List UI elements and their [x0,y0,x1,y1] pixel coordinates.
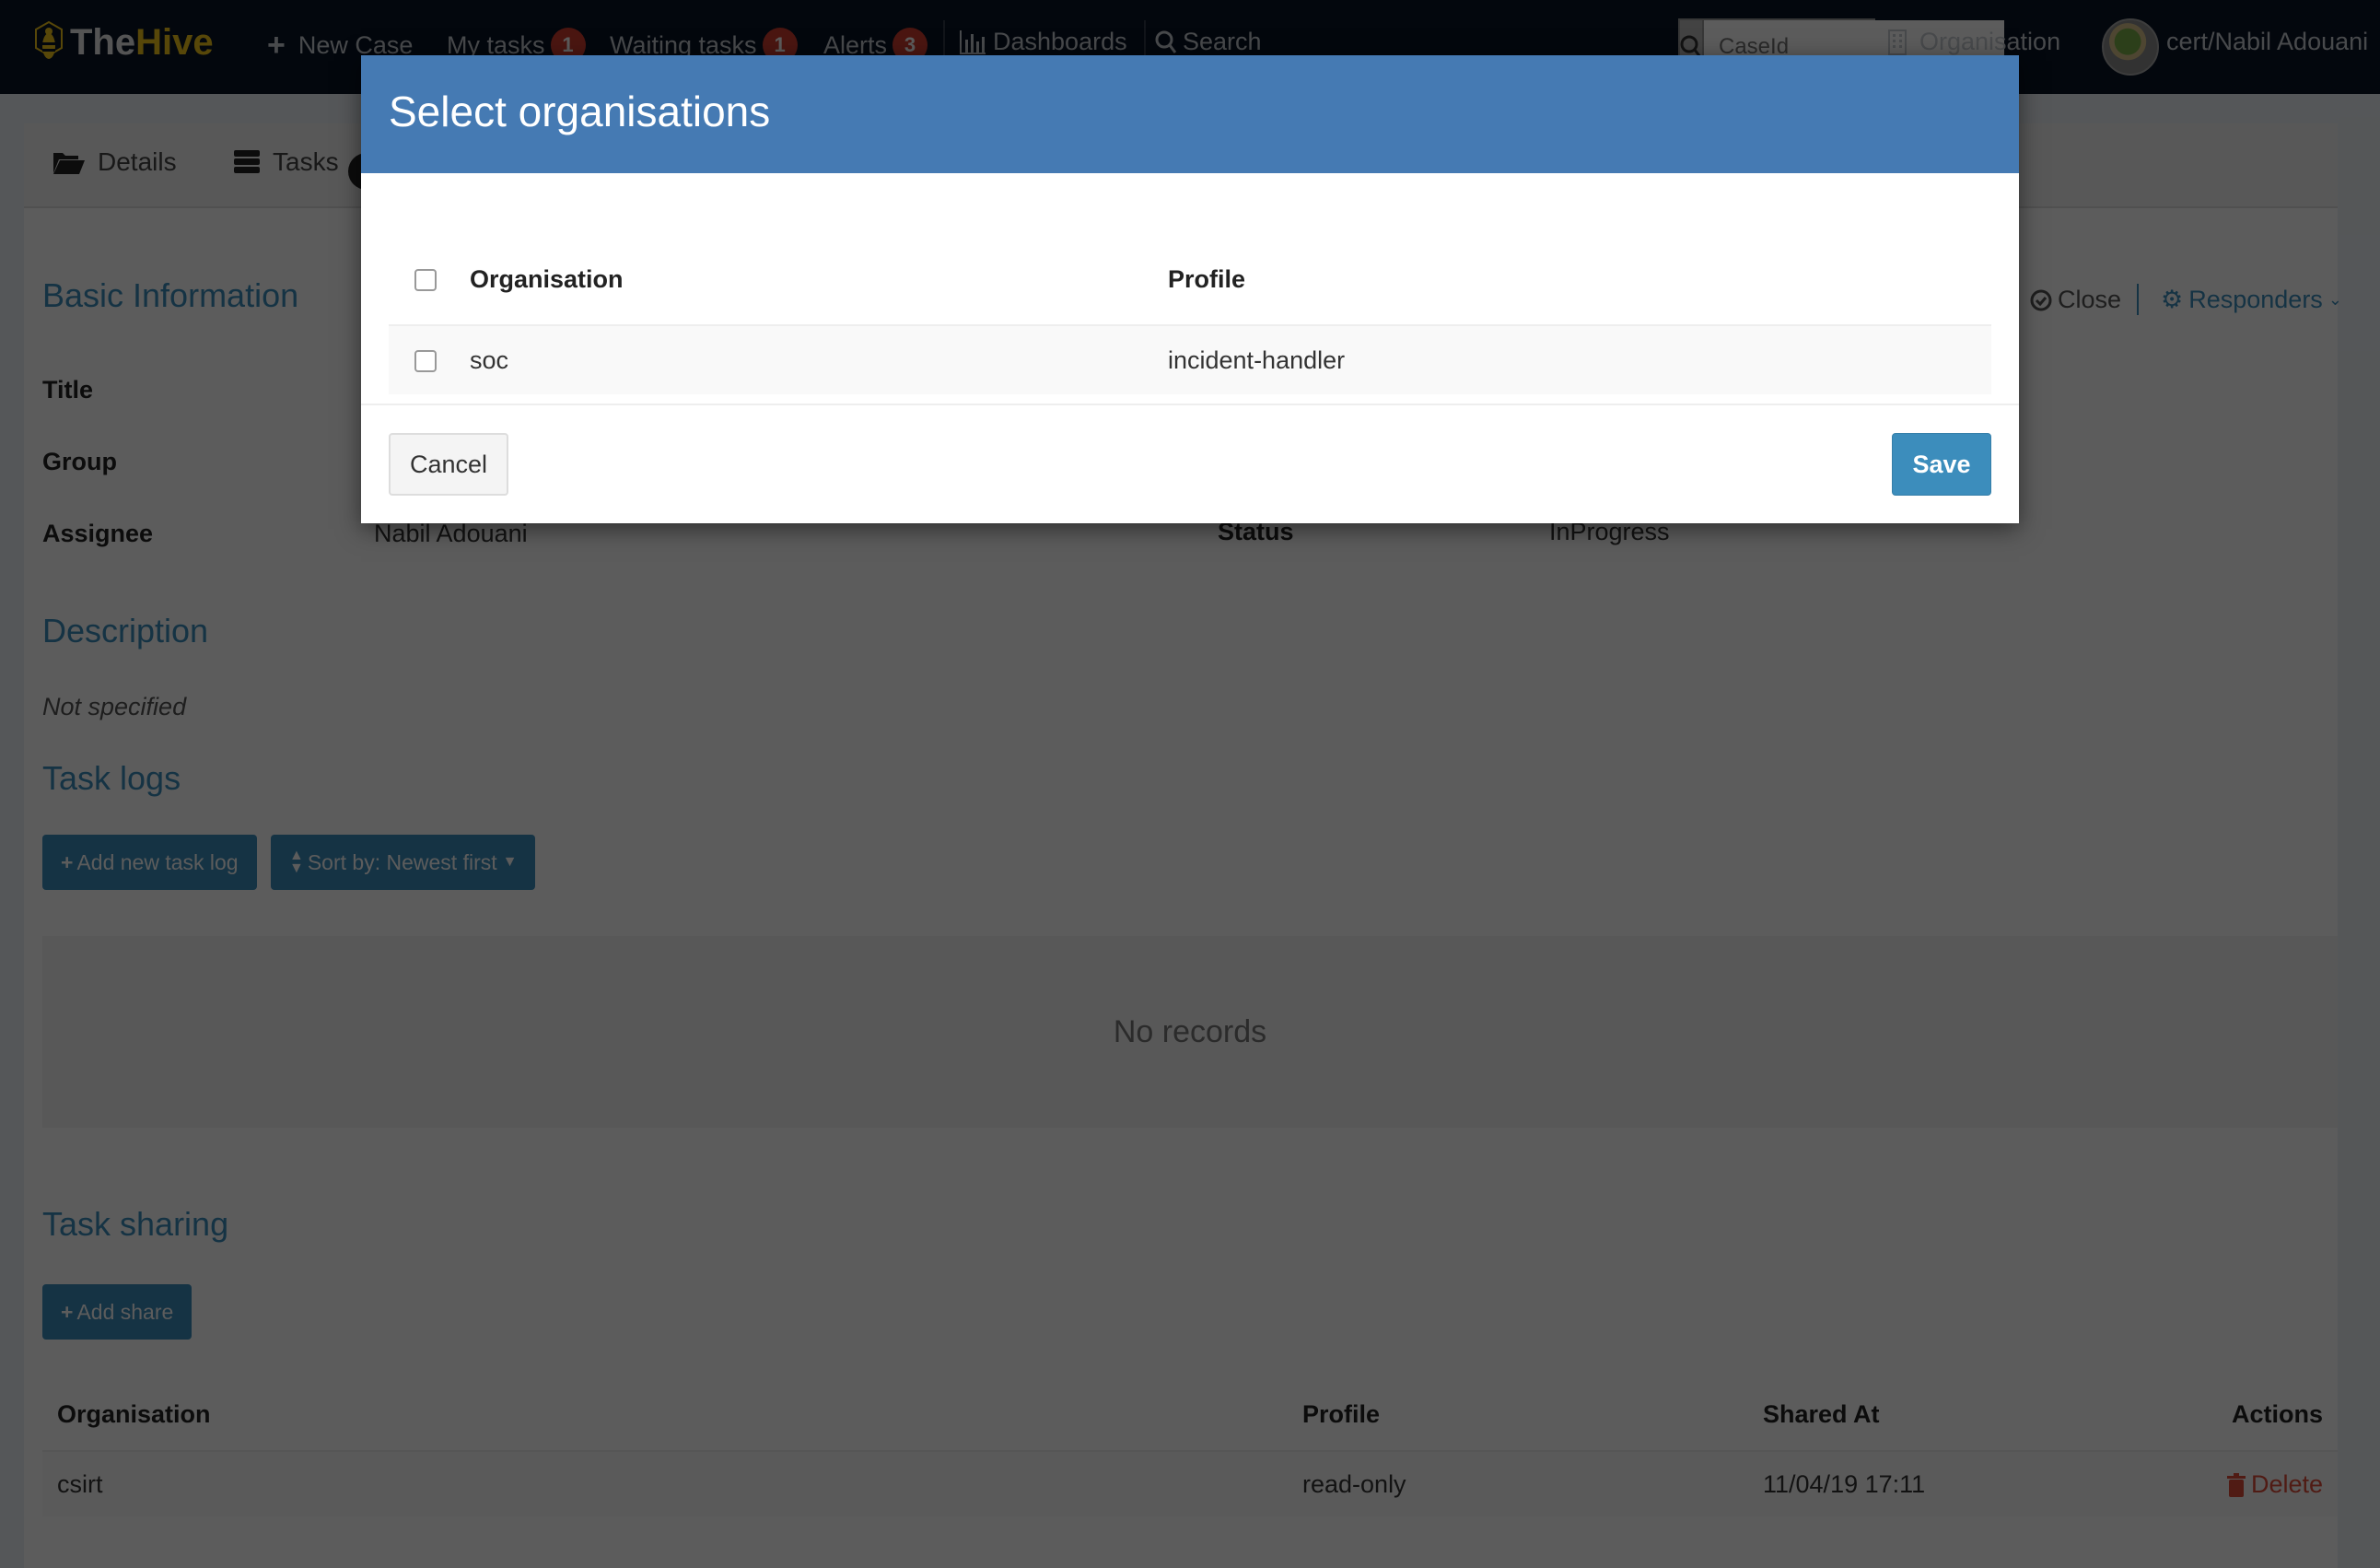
save-button[interactable]: Save [1892,433,1991,496]
row-profile: incident-handler [1168,346,1346,374]
modal-col-organisation: Organisation [470,265,624,293]
modal-footer: Cancel Save [361,404,2019,523]
modal-header: Select organisations [361,55,2019,173]
row-checkbox[interactable] [414,350,437,372]
cancel-button[interactable]: Cancel [389,433,508,496]
row-organisation: soc [470,346,509,374]
select-organisations-modal: Select organisations Organisation Profil… [361,55,2019,523]
modal-table-header: Organisation Profile [389,236,1991,326]
modal-col-profile: Profile [1168,265,1246,293]
select-all-checkbox[interactable] [414,269,437,291]
table-row[interactable]: soc incident-handler [389,326,1991,394]
modal-title: Select organisations [389,88,771,135]
